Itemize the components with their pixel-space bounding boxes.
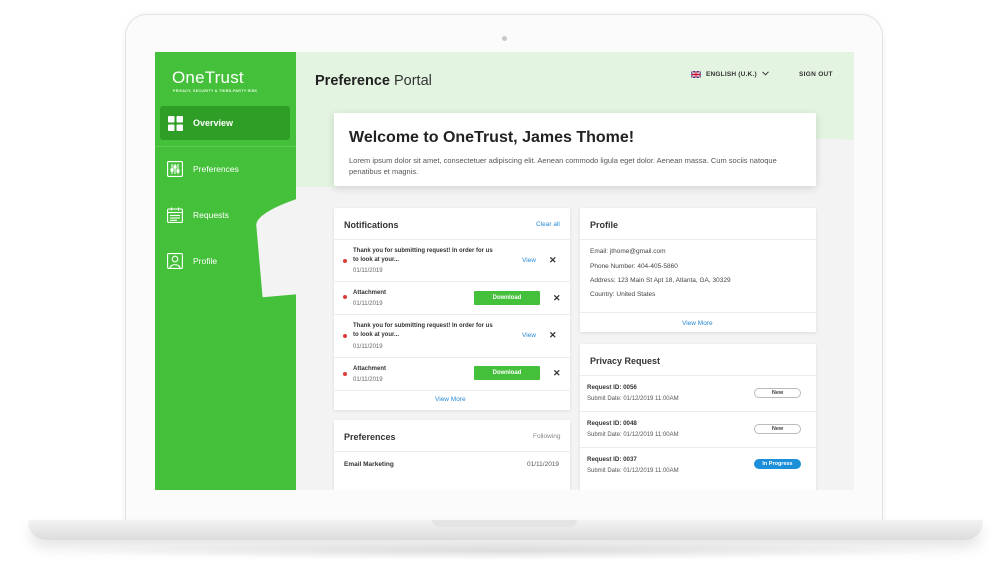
status-badge: In Progress <box>754 459 801 469</box>
camera-dot <box>502 36 507 41</box>
status-badge: New <box>754 388 801 398</box>
sliders-icon <box>167 161 183 177</box>
list-item: Attachment 01/11/2019 Download ✕ <box>334 281 570 313</box>
notification-date: 01/11/2019 <box>353 301 383 307</box>
list-item: Thank you for submitting request! In ord… <box>334 314 570 356</box>
welcome-title: Welcome to OneTrust, James Thome! <box>349 129 635 146</box>
preferences-card: Preferences Following Email Marketing 01… <box>334 420 570 490</box>
grid-icon <box>167 115 183 131</box>
sidebar-item-label: Overview <box>193 118 234 128</box>
page-title: Preference Portal <box>315 73 432 89</box>
following-status: Following <box>533 433 561 440</box>
chevron-down-icon <box>761 71 769 78</box>
request-id: Request ID: 0037 <box>587 456 637 463</box>
view-link[interactable]: View <box>522 332 536 339</box>
unread-dot-icon <box>343 295 347 299</box>
profile-card: Profile Email: jthome@gmail.com Phone Nu… <box>580 208 816 332</box>
download-button[interactable]: Download <box>474 366 540 380</box>
welcome-card: Welcome to OneTrust, James Thome! Lorem … <box>334 113 816 186</box>
unread-dot-icon <box>343 259 347 263</box>
user-icon <box>167 253 183 269</box>
notification-date: 01/11/2019 <box>353 344 383 350</box>
sidebar-item-label: Preferences <box>193 164 239 174</box>
profile-phone: Phone Number: 404-405-5860 <box>590 263 678 270</box>
close-icon[interactable]: ✕ <box>553 369 561 378</box>
preference-date: 01/11/2019 <box>527 461 560 468</box>
divider <box>334 451 570 452</box>
profile-country: Country: United States <box>590 291 656 298</box>
privacy-request-title: Privacy Request <box>590 356 661 366</box>
preference-name: Email Marketing <box>344 461 394 468</box>
screen: OneTrust PRIVACY, SECURITY & THIRD-PARTY… <box>155 52 854 490</box>
request-date: Submit Date: 01/12/2019 11:00AM <box>587 396 679 402</box>
view-more-link[interactable]: View More <box>682 320 713 327</box>
laptop-shadow <box>60 542 950 560</box>
preferences-title: Preferences <box>344 432 396 442</box>
notification-date: 01/11/2019 <box>353 377 383 383</box>
sidebar-item-label: Requests <box>193 210 229 220</box>
profile-title: Profile <box>590 220 619 230</box>
notifications-title: Notifications <box>344 220 399 230</box>
laptop-notch <box>432 520 577 527</box>
unread-dot-icon <box>343 372 347 376</box>
welcome-body: Lorem ipsum dolor sit amet, consectetuer… <box>349 156 777 176</box>
list-item: Thank you for submitting request! In ord… <box>334 239 570 280</box>
view-link[interactable]: View <box>522 257 536 264</box>
list-item: Attachment 01/11/2019 Download ✕ <box>334 357 570 389</box>
language-label: ENGLISH (U.K.) <box>706 71 757 78</box>
divider <box>580 447 816 448</box>
unread-dot-icon <box>343 334 347 338</box>
notification-text: Thank you for submitting request! In ord… <box>353 248 493 263</box>
language-selector[interactable]: ENGLISH (U.K.) <box>690 70 769 79</box>
request-id: Request ID: 0056 <box>587 384 637 391</box>
status-badge: New <box>754 424 801 434</box>
sign-out-link[interactable]: SIGN OUT <box>799 71 833 78</box>
privacy-request-card: Privacy Request Request ID: 0056 Submit … <box>580 344 816 490</box>
notifications-card: Notifications Clear all Thank you for su… <box>334 208 570 410</box>
notification-text: Thank you for submitting request! In ord… <box>353 323 493 338</box>
sidebar-divider <box>155 146 296 147</box>
divider <box>580 312 816 313</box>
clear-all-link[interactable]: Clear all <box>536 221 560 228</box>
request-date: Submit Date: 01/12/2019 11:00AM <box>587 468 679 474</box>
notification-date: 01/11/2019 <box>353 268 383 274</box>
sidebar-item-preferences[interactable]: Preferences <box>160 152 290 186</box>
brand-logo: OneTrust <box>172 68 244 87</box>
sidebar-item-label: Profile <box>193 256 218 266</box>
divider <box>580 239 816 240</box>
close-icon[interactable]: ✕ <box>553 294 561 303</box>
divider <box>580 375 816 376</box>
view-more-link[interactable]: View More <box>435 396 466 403</box>
request-id: Request ID: 0048 <box>587 420 637 427</box>
brand-tagline: PRIVACY, SECURITY & THIRD-PARTY RISK <box>173 89 258 93</box>
divider <box>334 390 570 391</box>
sidebar-item-overview[interactable]: Overview <box>160 106 290 140</box>
download-button[interactable]: Download <box>474 291 540 305</box>
uk-flag-icon <box>690 70 702 79</box>
calendar-icon <box>167 207 183 223</box>
close-icon[interactable]: ✕ <box>549 331 557 340</box>
close-icon[interactable]: ✕ <box>549 256 557 265</box>
divider <box>580 411 816 412</box>
profile-address: Address: 123 Main St Apt 18, Atlanta, GA… <box>590 277 731 284</box>
profile-email: Email: jthome@gmail.com <box>590 248 666 255</box>
request-date: Submit Date: 01/12/2019 11:00AM <box>587 432 679 438</box>
main-content: Preference Portal ENGLISH (U.K.) SIGN OU… <box>252 52 854 490</box>
